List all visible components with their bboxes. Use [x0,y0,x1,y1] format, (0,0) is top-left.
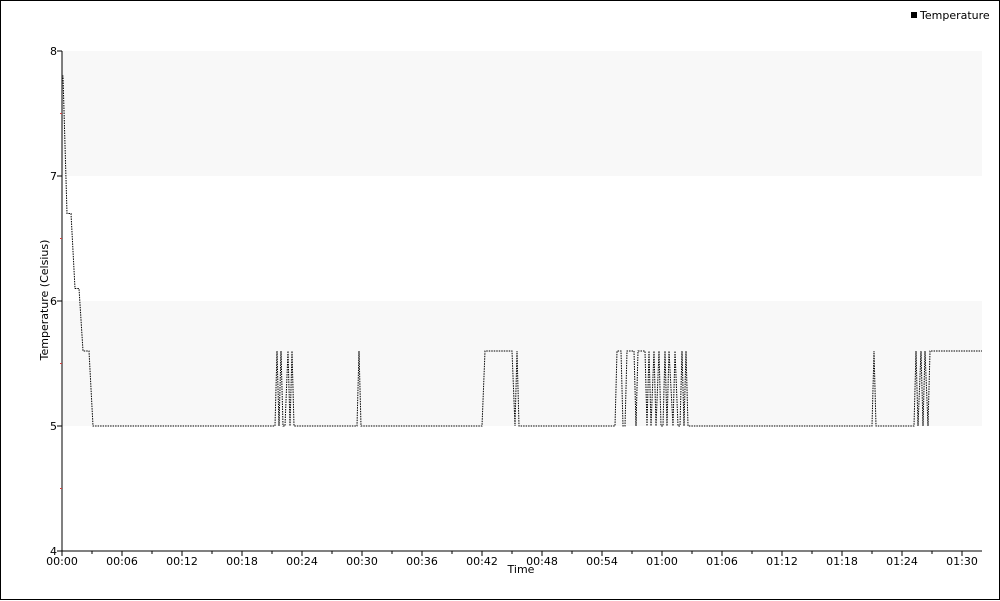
x-tick-label: 00:42 [466,555,498,568]
legend-swatch-temperature [911,12,917,18]
x-tick-label: 01:24 [886,555,918,568]
temperature-chart: 4567800:00 00:06 00:12 00:18 00:24 00:30 00:36… [38,9,990,576]
y-tick-label: 6 [50,295,57,308]
band-0 [62,301,982,426]
y-tick-label: 8 [50,45,57,58]
x-tick-label: 00:12 [166,555,198,568]
band-1 [62,51,982,176]
x-tick-label: 00:24 [286,555,318,568]
x-tick-label: 00:18 [226,555,258,568]
x-axis-label: Time [507,563,535,576]
y-tick-label: 7 [50,170,57,183]
x-tick-label: 00:00 [46,555,78,568]
legend: Temperature [911,9,990,22]
x-tick-label: 01:06 [706,555,738,568]
y-tick-label: 5 [50,420,57,433]
chart-frame: 4 5 6 7 8 00:00 00:06 00:12 00:18 00:24 00:30 00:36… [0,0,1000,600]
x-tick-label: 01:30 [946,555,978,568]
x-tick-label: 00:06 [106,555,138,568]
legend-label-temperature: Temperature [919,9,990,22]
bands-layer [62,51,982,426]
x-tick-label: 01:12 [766,555,798,568]
x-tick-label: 01:00 [646,555,678,568]
y-axis-label: Temperature (Celsius) [38,240,51,362]
x-tick-label: 00:54 [586,555,618,568]
x-tick-label: 00:30 [346,555,378,568]
x-tick-label: 00:36 [406,555,438,568]
x-tick-label: 01:18 [826,555,858,568]
